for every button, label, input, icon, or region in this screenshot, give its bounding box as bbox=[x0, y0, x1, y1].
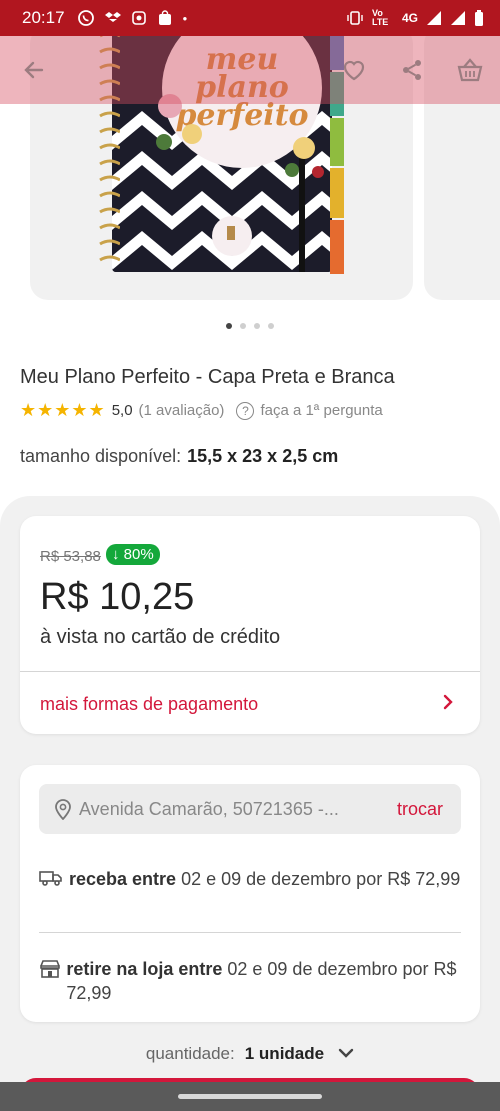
top-navigation bbox=[0, 36, 500, 104]
quantity-selector[interactable]: quantidade: 1 unidade bbox=[0, 1044, 500, 1064]
more-dot-icon: ● bbox=[182, 13, 188, 23]
more-payment-options-link[interactable]: mais formas de pagamento bbox=[40, 694, 258, 715]
ask-question-link[interactable]: ? faça a 1ª pergunta bbox=[236, 401, 383, 420]
pickup-option: retire na loja entre 02 e 09 de dezembro… bbox=[39, 957, 461, 1005]
home-handle[interactable] bbox=[178, 1094, 322, 1099]
delivery-label: receba entre bbox=[69, 869, 177, 889]
price-note: à vista no cartão de crédito bbox=[40, 626, 281, 648]
status-bar: 20:17 ● Vo LTE 4G bbox=[0, 0, 500, 36]
vibrate-icon bbox=[347, 11, 363, 25]
carousel-dot[interactable] bbox=[226, 323, 232, 329]
delivery-option: receba entre 02 e 09 de dezembro por R$ … bbox=[39, 867, 461, 893]
basket-icon bbox=[457, 58, 483, 82]
carousel-dots bbox=[0, 323, 500, 329]
truck-icon bbox=[39, 867, 65, 893]
share-icon bbox=[403, 60, 421, 80]
battery-icon bbox=[475, 9, 483, 26]
rating-count-link[interactable]: (1 avaliação) bbox=[139, 402, 225, 419]
rating-row: ★★★★★ 5,0 (1 avaliação) ? faça a 1ª perg… bbox=[20, 400, 383, 421]
shipping-card: Avenida Camarão, 50721365 -... trocar re… bbox=[20, 765, 480, 1022]
size-row: tamanho disponível: 15,5 x 23 x 2,5 cm bbox=[20, 446, 338, 467]
price-card: R$ 53,88 ↓ 80% R$ 10,25 à vista no cartã… bbox=[20, 516, 480, 734]
old-price: R$ 53,88 bbox=[40, 548, 101, 565]
chevron-right-icon[interactable] bbox=[440, 692, 456, 718]
address-text: Avenida Camarão, 50721365 -... bbox=[79, 798, 339, 819]
question-icon: ? bbox=[236, 401, 255, 420]
current-price: R$ 10,25 bbox=[40, 576, 195, 618]
system-navigation-bar bbox=[0, 1082, 500, 1111]
star-rating-icon: ★★★★★ bbox=[20, 400, 106, 420]
signal-icon bbox=[427, 11, 441, 25]
location-pin-icon bbox=[55, 799, 71, 820]
app-icon bbox=[131, 11, 146, 25]
carousel-dot[interactable] bbox=[254, 323, 260, 329]
cart-button[interactable] bbox=[454, 54, 486, 86]
quantity-value: 1 unidade bbox=[244, 1044, 325, 1063]
dropbox-icon bbox=[104, 12, 121, 22]
status-time: 20:17 bbox=[22, 8, 65, 27]
delivery-text: 02 e 09 de dezembro por R$ 72,99 bbox=[176, 869, 461, 889]
shopee-icon bbox=[158, 10, 171, 25]
share-button[interactable] bbox=[396, 54, 428, 86]
quantity-label: quantidade: bbox=[145, 1044, 235, 1063]
carousel-dot[interactable] bbox=[268, 323, 274, 329]
rating-value: 5,0 bbox=[111, 402, 133, 419]
signal-icon bbox=[451, 11, 465, 25]
discount-badge: ↓ 80% bbox=[106, 544, 160, 565]
network-label: 4G bbox=[401, 11, 418, 25]
arrow-left-icon bbox=[24, 61, 44, 79]
size-label: tamanho disponível: bbox=[20, 446, 182, 466]
size-value: 15,5 x 23 x 2,5 cm bbox=[187, 446, 339, 466]
notification-icons: ● bbox=[77, 9, 188, 27]
volte-label: Vo LTE bbox=[371, 8, 389, 27]
change-address-button[interactable]: trocar bbox=[397, 799, 443, 820]
chevron-down-icon bbox=[338, 1044, 354, 1064]
back-button[interactable] bbox=[18, 54, 50, 86]
flower-decoration bbox=[285, 137, 324, 178]
heart-icon bbox=[343, 60, 365, 81]
pickup-label: retire na loja entre bbox=[66, 959, 223, 979]
favorite-button[interactable] bbox=[338, 54, 370, 86]
store-icon bbox=[39, 957, 62, 1005]
ask-question-label: faça a 1ª pergunta bbox=[260, 402, 383, 419]
whatsapp-icon bbox=[77, 10, 94, 26]
address-field[interactable]: Avenida Camarão, 50721365 -... trocar bbox=[39, 784, 461, 834]
carousel-dot[interactable] bbox=[240, 323, 246, 329]
product-title: Meu Plano Perfeito - Capa Preta e Branca bbox=[20, 366, 395, 388]
divider bbox=[20, 671, 480, 672]
system-icons: Vo LTE 4G bbox=[346, 9, 484, 27]
divider bbox=[39, 932, 461, 933]
